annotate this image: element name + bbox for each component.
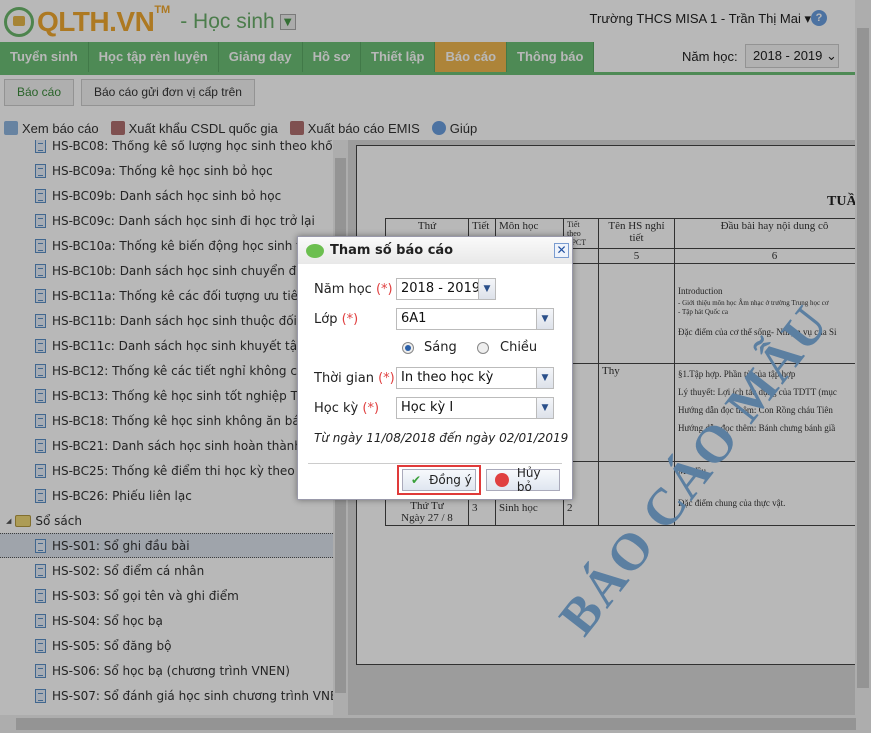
class-select[interactable]: 6A1 ▼ [396, 308, 554, 330]
term-field-label: Học kỳ (*) [314, 401, 380, 416]
report-params-dialog: Tham số báo cáo ✕ Năm học (*) 2018 - 201… [297, 236, 573, 500]
cancel-icon [495, 473, 509, 487]
date-range-text: Từ ngày 11/08/2018 đến ngày 02/01/2019 [314, 431, 569, 445]
year-field-label: Năm học (*) [314, 282, 393, 297]
ok-button[interactable]: ✔ Đồng ý [402, 469, 476, 491]
chevron-down-icon[interactable]: ▼ [536, 309, 553, 329]
term-select[interactable]: Học kỳ I ▼ [396, 397, 554, 419]
report-icon [306, 243, 324, 258]
year-select[interactable]: 2018 - 2019 ▼ [396, 278, 496, 300]
time-select[interactable]: In theo học kỳ ▼ [396, 367, 554, 389]
term-value: Học kỳ I [401, 400, 454, 415]
morning-label: Sáng [424, 340, 457, 355]
afternoon-radio[interactable] [477, 342, 489, 354]
check-icon: ✔ [411, 473, 422, 487]
class-value: 6A1 [401, 311, 427, 326]
morning-radio[interactable] [402, 342, 414, 354]
ok-label: Đồng ý [429, 473, 472, 487]
cancel-button[interactable]: Hủy bỏ [486, 466, 560, 494]
divider [308, 463, 562, 464]
time-value: In theo học kỳ [401, 370, 494, 385]
time-field-label: Thời gian (*) [314, 371, 395, 386]
chevron-down-icon[interactable]: ▼ [536, 398, 553, 418]
year-value: 2018 - 2019 [401, 281, 481, 296]
dialog-title-bar: Tham số báo cáo [298, 237, 572, 264]
dialog-title: Tham số báo cáo [330, 243, 454, 258]
chevron-down-icon[interactable]: ▼ [536, 368, 553, 388]
cancel-label: Hủy bỏ [516, 466, 541, 494]
class-field-label: Lớp (*) [314, 312, 359, 327]
close-button[interactable]: ✕ [554, 243, 569, 258]
chevron-down-icon[interactable]: ▼ [478, 279, 495, 299]
afternoon-label: Chiều [500, 340, 538, 355]
